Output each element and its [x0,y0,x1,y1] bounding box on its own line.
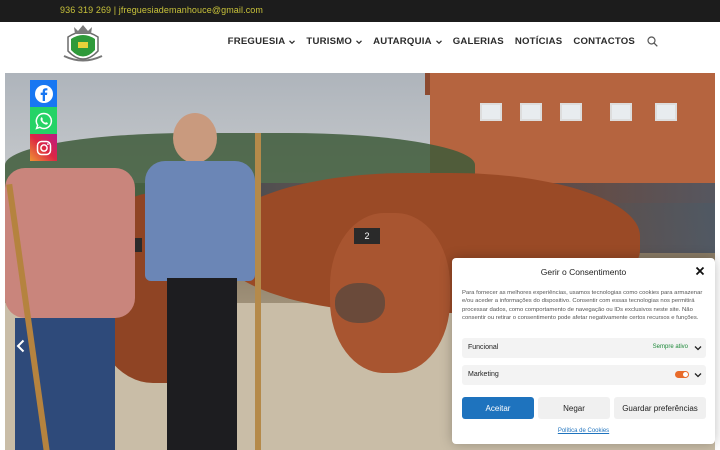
contact-info[interactable]: 936 319 269 | jfreguesiademanhouce@gmail… [60,5,263,15]
facebook-button[interactable] [30,80,57,107]
pref-status: Sempre ativo [652,344,688,350]
top-bar: 936 319 269 | jfreguesiademanhouce@gmail… [0,0,720,22]
toggle-knob [683,372,688,377]
hero-window [610,103,632,121]
pref-row-marketing[interactable]: Marketing [462,365,706,385]
nav-label: NOTÍCIAS [514,36,563,47]
save-preferences-button[interactable]: Guardar preferências [614,397,706,419]
cookie-consent-dialog: Gerir o Consentimento Para fornecer as m… [452,258,715,444]
logo-icon[interactable] [60,23,106,69]
pref-label: Marketing [468,371,499,378]
hero-ox-muzzle [335,283,385,323]
chevron-down-icon [435,39,442,44]
nav-label: TURISMO [306,36,353,47]
nav-item-galerias[interactable]: GALERIAS [453,36,504,47]
nav-item-freguesia[interactable]: FREGUESIA [228,36,296,47]
whatsapp-icon [34,112,52,130]
marketing-toggle[interactable] [675,371,689,378]
hero-stick [255,133,261,450]
hero-window [655,103,677,121]
consent-description: Para fornecer as melhores experiências, … [462,290,703,321]
hero-window [520,103,542,121]
hero-window [560,103,582,121]
instagram-icon [36,140,51,155]
nav-label: GALERIAS [452,36,504,47]
nav-item-contactos[interactable]: CONTACTOS [573,36,635,47]
pref-row-funcional[interactable]: Funcional Sempre ativo [462,338,706,358]
instagram-button[interactable] [30,134,57,161]
pref-label: Funcional [468,344,499,351]
main-nav: FREGUESIA TURISMO AUTARQUIA GALERIAS NOT… [217,36,658,47]
nav-label: FREGUESIA [227,36,286,47]
chevron-down-icon [289,39,296,44]
chevron-down-icon[interactable] [694,371,702,379]
accept-button[interactable]: Aceitar [462,397,534,419]
cookie-policy-link[interactable]: Política de Cookies [452,428,715,434]
nav-label: AUTARQUIA [373,36,432,47]
slider-prev-arrow-icon[interactable] [16,339,26,353]
chevron-down-icon[interactable] [694,344,702,352]
hero-window [480,103,502,121]
chevron-down-icon [356,39,362,44]
close-icon[interactable] [695,266,705,276]
social-share-bar [30,80,57,161]
facebook-icon [34,84,53,103]
consent-title: Gerir o Consentimento [540,267,627,277]
hero-man-blue-shirt [145,113,255,450]
whatsapp-button[interactable] [30,107,57,134]
site-header: FREGUESIA TURISMO AUTARQUIA GALERIAS NOT… [0,22,720,70]
nav-item-noticias[interactable]: NOTÍCIAS [515,36,562,47]
nav-item-turismo[interactable]: TURISMO [306,36,362,47]
nav-label: CONTACTOS [573,36,635,47]
deny-button[interactable]: Negar [538,397,610,419]
nav-item-autarquia[interactable]: AUTARQUIA [373,36,442,47]
search-icon[interactable] [647,36,658,47]
ox-tag: 2 [354,228,380,244]
